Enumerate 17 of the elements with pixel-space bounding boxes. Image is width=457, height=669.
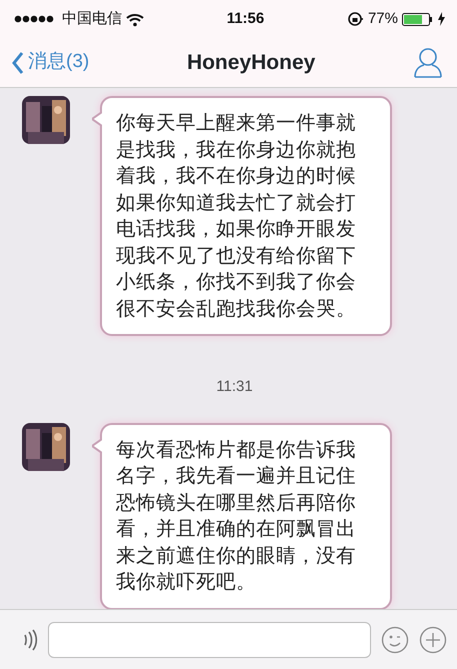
- message-text: 你每天早上醒来第一件事就是找我，我在你身边你就抱着我，我不在你身边的时候如果你知道我去忙了就会打电话找我，如果你睁开眼发现我不见了也没有给你留下小纸条，你找不到我了你会很不安会乱跑找我你会哭。: [116, 111, 357, 322]
- emoji-icon[interactable]: [381, 626, 409, 654]
- clock-time: 11:56: [226, 8, 264, 29]
- message-text: 每次看恐怖片都是你告诉我名字，我先看一遍并且记住恐怖镜头在哪里然后再陪你看，并且准确的在阿飘冒出来之前遮住你的眼睛，没有我你就吓死吧。: [116, 438, 357, 595]
- charging-icon: [436, 12, 445, 26]
- add-icon[interactable]: [419, 626, 447, 654]
- battery-percent: 77%: [368, 8, 398, 29]
- timestamp: 11:31: [216, 377, 253, 397]
- wifi-icon: [126, 12, 144, 26]
- message-input[interactable]: [48, 622, 371, 658]
- rotation-lock-icon: [346, 11, 364, 27]
- profile-icon[interactable]: [413, 46, 443, 79]
- chat-title: HoneyHoney: [186, 50, 316, 76]
- voice-icon[interactable]: [22, 628, 38, 650]
- back-button[interactable]: 消息(3): [12, 48, 90, 77]
- battery-icon: [402, 12, 433, 26]
- carrier-name: 中国电信: [62, 8, 122, 29]
